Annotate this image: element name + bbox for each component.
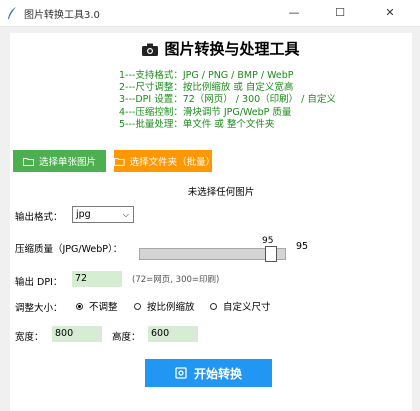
quality-value-readout: 95 xyxy=(296,241,309,252)
start-convert-button[interactable]: 开始转换 xyxy=(145,359,272,387)
feature-item: 5---批量处理：单文件 或 整个文件夹 xyxy=(119,118,275,130)
title-bar: 图片转换工具3.0 — ☐ ✕ xyxy=(0,0,420,27)
quality-slider-handle[interactable] xyxy=(265,246,277,262)
dpi-input[interactable]: 72 xyxy=(72,271,122,287)
width-label: 宽度： xyxy=(15,332,44,343)
select-folder-button[interactable]: 选择文件夹（批量） xyxy=(114,150,216,172)
feature-list: 1---支持格式：JPG / PNG / BMP / WebP 2---尺寸调整… xyxy=(119,70,336,131)
folder-icon xyxy=(114,157,125,166)
radio-dot xyxy=(210,302,217,310)
radio-dot xyxy=(134,302,141,310)
minimize-button[interactable]: — xyxy=(276,0,312,26)
radio-no-resize[interactable]: 不调整 xyxy=(76,299,118,313)
page-title: 图片转换与处理工具 xyxy=(0,38,420,59)
output-format-value: jpg xyxy=(76,209,91,220)
quality-slider-track[interactable] xyxy=(139,248,286,260)
radio-scale[interactable]: 按比例缩放 xyxy=(134,299,195,313)
radio-label: 自定义尺寸 xyxy=(223,302,271,313)
select-single-image-label: 选择单张图片 xyxy=(38,157,96,168)
quality-label: 压缩质量（JPG/WebP）： xyxy=(15,244,123,255)
start-convert-label: 开始转换 xyxy=(193,366,242,381)
window-title: 图片转换工具3.0 xyxy=(24,10,100,21)
camera-icon xyxy=(142,43,159,56)
folder-icon xyxy=(22,157,34,166)
radio-label: 不调整 xyxy=(89,302,118,313)
start-icon xyxy=(175,367,187,379)
feather-icon xyxy=(8,7,16,19)
output-format-select[interactable]: jpg ⌵ xyxy=(72,206,134,223)
close-button[interactable]: ✕ xyxy=(372,0,408,26)
feature-item: 4---压缩控制：滑块调节 JPG/WebP 质量 xyxy=(119,106,292,118)
height-label: 高度： xyxy=(112,332,141,343)
width-input[interactable]: 800 xyxy=(52,326,102,342)
select-single-image-button[interactable]: 选择单张图片 xyxy=(13,150,106,172)
radio-dot xyxy=(76,302,83,310)
maximize-button[interactable]: ☐ xyxy=(322,0,358,26)
chevron-down-icon: ⌵ xyxy=(122,210,129,219)
resize-label: 调整大小： xyxy=(15,303,63,314)
quality-slider-value: 95 xyxy=(262,236,274,246)
dpi-hint: (72=网页, 300=印刷) xyxy=(132,275,220,285)
radio-label: 按比例缩放 xyxy=(147,302,195,313)
feature-item: 2---尺寸调整：按比例缩放 或 自定义宽高 xyxy=(119,82,294,94)
select-folder-label: 选择文件夹（批量） xyxy=(129,157,216,168)
dpi-label: 输出 DPI： xyxy=(15,277,63,288)
radio-custom-size[interactable]: 自定义尺寸 xyxy=(210,299,271,313)
selection-status: 未选择任何图片 xyxy=(187,187,255,198)
feature-item: 1---支持格式：JPG / PNG / BMP / WebP xyxy=(119,70,294,81)
height-input[interactable]: 600 xyxy=(148,326,198,342)
output-format-label: 输出格式： xyxy=(15,212,63,223)
feature-item: 3---DPI 设置：72（网页） / 300（印刷） / 自定义 xyxy=(119,94,336,106)
page-title-text: 图片转换与处理工具 xyxy=(164,40,300,58)
